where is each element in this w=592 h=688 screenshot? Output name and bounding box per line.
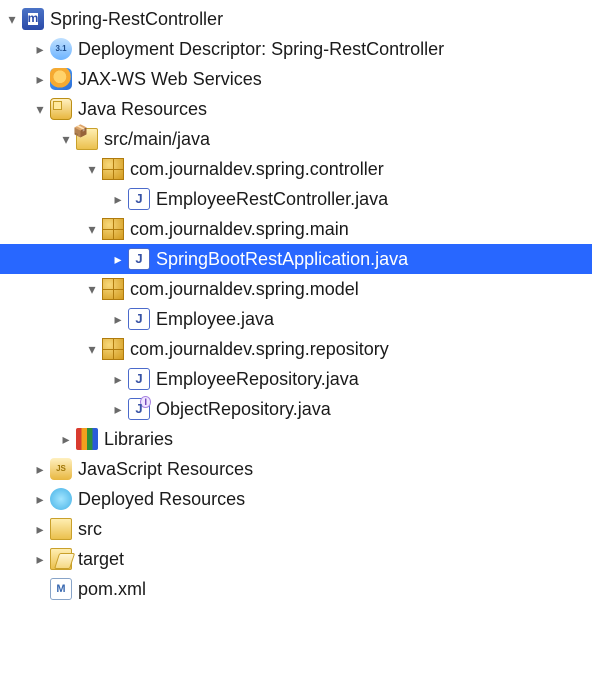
caret-collapsed[interactable]: ▸: [58, 431, 74, 448]
node-label: JAX-WS Web Services: [78, 69, 262, 90]
java-resources-icon: [50, 98, 72, 120]
tree-node-jaxws[interactable]: ▸ JAX-WS Web Services: [0, 64, 592, 94]
source-folder-icon: [76, 128, 98, 150]
node-label: SpringBootRestApplication.java: [156, 249, 408, 270]
caret-expanded[interactable]: ▾: [4, 11, 20, 28]
caret-collapsed[interactable]: ▸: [32, 41, 48, 58]
project-tree: ▾ Spring-RestController ▸ Deployment Des…: [0, 4, 592, 604]
tree-node-package[interactable]: ▾ com.journaldev.spring.main: [0, 214, 592, 244]
node-label: src: [78, 519, 102, 540]
node-label: com.journaldev.spring.main: [130, 219, 349, 240]
caret-collapsed[interactable]: ▸: [110, 311, 126, 328]
caret-expanded[interactable]: ▾: [58, 131, 74, 148]
tree-node-package[interactable]: ▾ com.journaldev.spring.model: [0, 274, 592, 304]
tree-node-project[interactable]: ▾ Spring-RestController: [0, 4, 592, 34]
caret-expanded[interactable]: ▾: [84, 281, 100, 298]
tree-node-folder[interactable]: ▸ target: [0, 544, 592, 574]
caret-collapsed[interactable]: ▸: [110, 401, 126, 418]
node-label: EmployeeRestController.java: [156, 189, 388, 210]
tree-node-libraries[interactable]: ▸ Libraries: [0, 424, 592, 454]
caret-collapsed[interactable]: ▸: [110, 251, 126, 268]
folder-open-icon: [50, 548, 72, 570]
tree-node-java-file[interactable]: ▸ EmployeeRestController.java: [0, 184, 592, 214]
tree-node-deployed-resources[interactable]: ▸ Deployed Resources: [0, 484, 592, 514]
caret-expanded[interactable]: ▾: [84, 221, 100, 238]
deployment-descriptor-icon: [50, 38, 72, 60]
java-file-icon: [128, 308, 150, 330]
tree-node-java-file[interactable]: ▸ Employee.java: [0, 304, 592, 334]
java-interface-file-icon: [128, 398, 150, 420]
tree-node-js-resources[interactable]: ▸ JavaScript Resources: [0, 454, 592, 484]
xml-file-icon: [50, 578, 72, 600]
node-label: EmployeeRepository.java: [156, 369, 359, 390]
node-label: Employee.java: [156, 309, 274, 330]
node-label: target: [78, 549, 124, 570]
web-service-icon: [50, 68, 72, 90]
node-label: com.journaldev.spring.repository: [130, 339, 389, 360]
node-label: Spring-RestController: [50, 9, 223, 30]
tree-node-java-interface-file[interactable]: ▸ ObjectRepository.java: [0, 394, 592, 424]
node-label: pom.xml: [78, 579, 146, 600]
java-file-icon: [128, 188, 150, 210]
java-file-icon: [128, 248, 150, 270]
caret-collapsed[interactable]: ▸: [32, 461, 48, 478]
maven-project-icon: [22, 8, 44, 30]
tree-node-java-resources[interactable]: ▾ Java Resources: [0, 94, 592, 124]
package-icon: [102, 278, 124, 300]
caret-expanded[interactable]: ▾: [84, 341, 100, 358]
node-label: Java Resources: [78, 99, 207, 120]
java-file-icon: [128, 368, 150, 390]
caret-expanded[interactable]: ▾: [84, 161, 100, 178]
folder-icon: [50, 518, 72, 540]
tree-node-source-folder[interactable]: ▾ src/main/java: [0, 124, 592, 154]
caret-collapsed[interactable]: ▸: [32, 551, 48, 568]
caret-expanded[interactable]: ▾: [32, 101, 48, 118]
node-label: com.journaldev.spring.controller: [130, 159, 384, 180]
tree-node-package[interactable]: ▾ com.journaldev.spring.repository: [0, 334, 592, 364]
caret-collapsed[interactable]: ▸: [32, 521, 48, 538]
node-label: Deployed Resources: [78, 489, 245, 510]
tree-node-folder[interactable]: ▸ src: [0, 514, 592, 544]
package-icon: [102, 338, 124, 360]
node-label: com.journaldev.spring.model: [130, 279, 359, 300]
libraries-icon: [76, 428, 98, 450]
node-label: ObjectRepository.java: [156, 399, 331, 420]
caret-collapsed[interactable]: ▸: [32, 491, 48, 508]
js-resources-icon: [50, 458, 72, 480]
tree-node-java-file-selected[interactable]: ▸ SpringBootRestApplication.java: [0, 244, 592, 274]
tree-node-package[interactable]: ▾ com.journaldev.spring.controller: [0, 154, 592, 184]
tree-node-dd[interactable]: ▸ Deployment Descriptor: Spring-RestCont…: [0, 34, 592, 64]
caret-collapsed[interactable]: ▸: [110, 371, 126, 388]
deployed-resources-icon: [50, 488, 72, 510]
caret-collapsed[interactable]: ▸: [32, 71, 48, 88]
node-label: src/main/java: [104, 129, 210, 150]
package-icon: [102, 158, 124, 180]
node-label: Deployment Descriptor: Spring-RestContro…: [78, 39, 444, 60]
caret-collapsed[interactable]: ▸: [110, 191, 126, 208]
node-label: JavaScript Resources: [78, 459, 253, 480]
package-icon: [102, 218, 124, 240]
tree-node-xml-file[interactable]: ▸ pom.xml: [0, 574, 592, 604]
node-label: Libraries: [104, 429, 173, 450]
tree-node-java-file[interactable]: ▸ EmployeeRepository.java: [0, 364, 592, 394]
